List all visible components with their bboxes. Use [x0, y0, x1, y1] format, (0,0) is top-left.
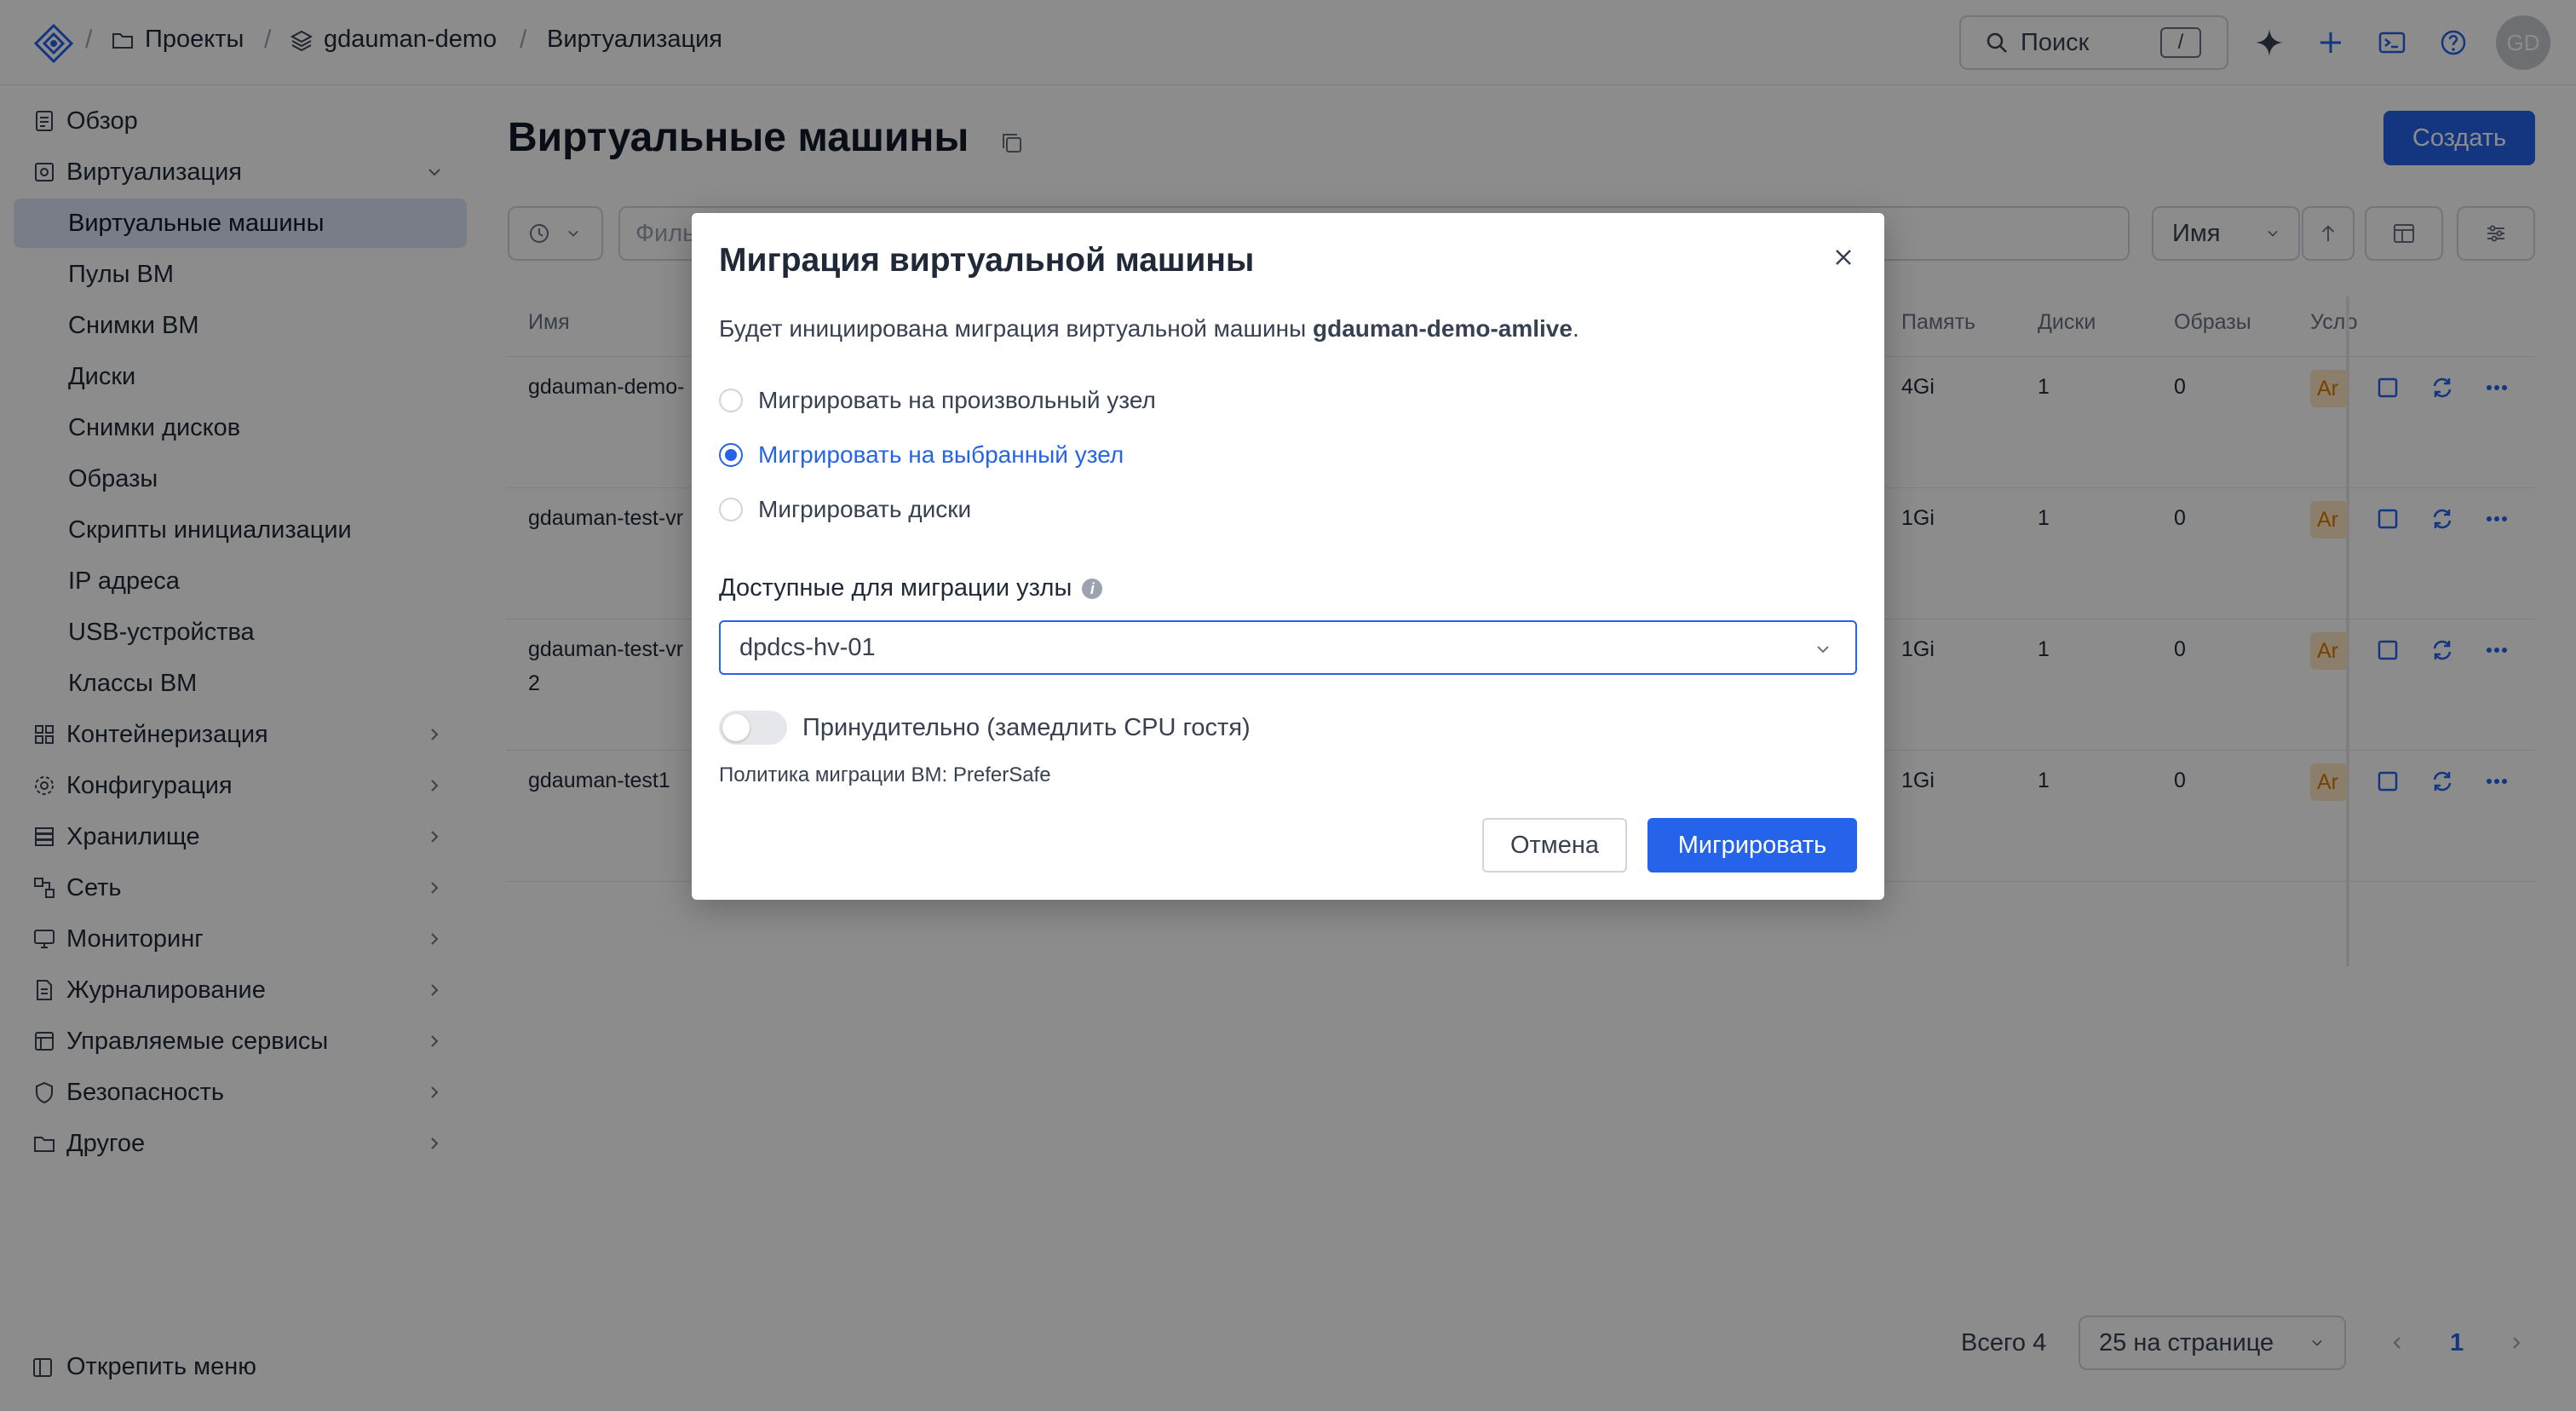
dialog-description: Будет инициирована миграция виртуальной …	[719, 315, 1579, 343]
radio-button[interactable]	[719, 389, 743, 412]
cancel-button[interactable]: Отмена	[1482, 818, 1627, 873]
option-selected-node[interactable]: Мигрировать на выбранный узел	[719, 441, 1124, 469]
option-label: Мигрировать на выбранный узел	[758, 441, 1124, 468]
option-label: Мигрировать на произвольный узел	[758, 387, 1156, 413]
node-select[interactable]: dpdcs-hv-01	[719, 620, 1857, 675]
info-icon[interactable]: i	[1082, 578, 1103, 599]
force-toggle-row[interactable]: Принудительно (замедлить CPU гостя)	[719, 711, 1251, 745]
description-suffix: .	[1572, 315, 1579, 342]
option-migrate-disks[interactable]: Мигрировать диски	[719, 496, 971, 523]
migrate-button[interactable]: Мигрировать	[1647, 818, 1857, 873]
vm-name: gdauman-demo-amlive	[1312, 315, 1573, 342]
description-prefix: Будет инициирована миграция виртуальной …	[719, 315, 1313, 342]
close-icon[interactable]	[1830, 244, 1857, 271]
migration-dialog: Миграция виртуальной машины Будет иниции…	[692, 213, 1884, 900]
force-toggle-label: Принудительно (замедлить CPU гостя)	[802, 713, 1251, 741]
nodes-label-text: Доступные для миграции узлы	[719, 574, 1072, 602]
node-select-value: dpdcs-hv-01	[739, 633, 876, 661]
option-label: Мигрировать диски	[758, 496, 972, 522]
chevron-down-icon	[1817, 646, 1829, 654]
nodes-field-label: Доступные для миграции узлы i	[719, 574, 1103, 602]
migration-policy-text: Политика миграции ВМ: PreferSafe	[719, 763, 1051, 786]
option-any-node[interactable]: Мигрировать на произвольный узел	[719, 387, 1156, 414]
dialog-title: Миграция виртуальной машины	[719, 242, 1255, 279]
radio-button-checked[interactable]	[719, 443, 743, 467]
force-toggle[interactable]	[719, 711, 787, 745]
radio-button[interactable]	[719, 498, 743, 521]
